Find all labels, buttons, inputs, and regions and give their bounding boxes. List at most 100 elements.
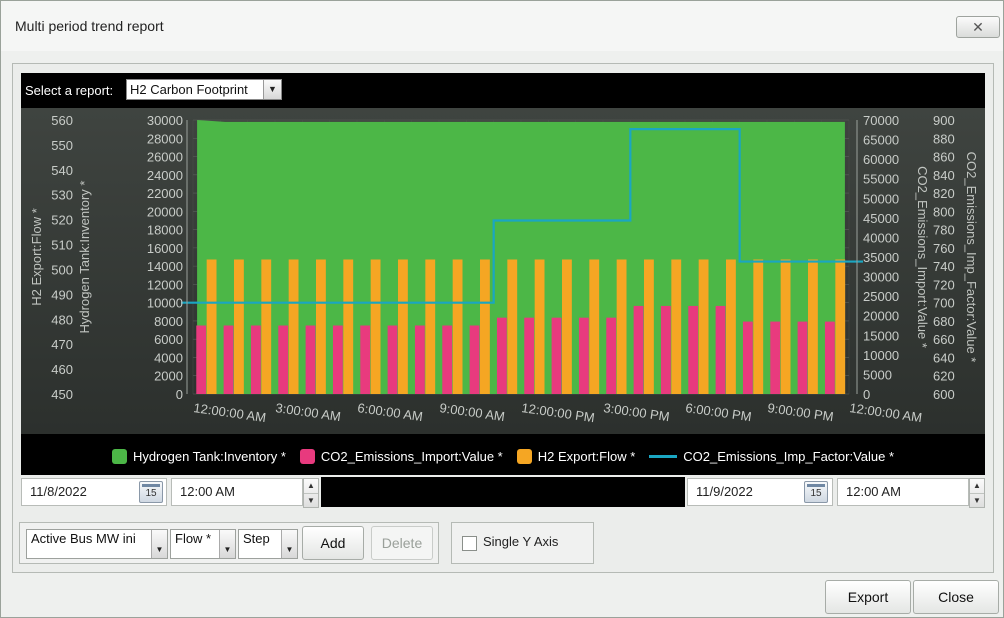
spin-up-icon[interactable]: ▲ [304,479,318,493]
report-select-value: H2 Carbon Footprint [130,82,248,97]
start-time-spinner[interactable]: ▲ ▼ [303,478,319,508]
bus-select[interactable]: Active Bus MW ini ▼ [26,529,168,559]
tick-label-co2-import: 15000 [863,328,899,343]
tick-label-co2-factor: 800 [933,204,955,219]
co2-import-bar [742,321,753,394]
end-date-value: 11/9/2022 [696,484,753,499]
tick-label-inventory: 12000 [147,277,183,292]
report-select-label: Select a report: [25,83,114,98]
tick-label-x: 3:00:00 AM [275,400,342,424]
spin-down-icon[interactable]: ▼ [970,493,984,507]
spin-up-icon[interactable]: ▲ [970,479,984,493]
co2-import-bar [824,321,835,394]
h2-flow-bar [698,259,709,394]
h2-flow-bar [616,259,627,394]
export-button[interactable]: Export [825,580,911,614]
chevron-down-icon[interactable]: ▼ [151,530,167,558]
report-window: Multi period trend report ✕ Select a rep… [0,0,1004,618]
legend-item-inventory[interactable]: Hydrogen Tank:Inventory * [111,448,286,464]
range-bar [321,477,685,507]
report-select[interactable]: H2 Carbon Footprint ▼ [126,79,282,100]
h2-flow-bar [726,259,736,394]
h2-flow-bar [316,259,326,394]
co2-import-bar [442,325,453,394]
co2-import-bar [305,325,316,394]
tick-label-inventory: 16000 [147,241,183,256]
tick-label-co2-factor: 860 [933,150,955,165]
flow-select[interactable]: Flow * ▼ [170,529,236,559]
end-time-spinner[interactable]: ▲ ▼ [969,478,985,508]
single-y-axis-group: Single Y Axis [451,522,594,564]
tick-label-inventory: 6000 [154,332,183,347]
single-y-axis-checkbox[interactable] [462,536,477,551]
co2-import-bar [196,325,207,394]
co2-import-bar [688,305,699,394]
add-series-button[interactable]: Add [302,526,364,560]
legend-item-co2-factor[interactable]: CO2_Emissions_Imp_Factor:Value * [649,449,894,464]
h2-flow-bar [343,259,354,394]
close-button[interactable]: Close [913,580,999,614]
tick-label-x: 9:00:00 AM [439,400,506,424]
calendar-icon: 15 [145,488,157,499]
step-select[interactable]: Step ▼ [238,529,298,559]
h2-flow-bar [562,259,572,394]
co2-import-bar [496,317,507,394]
tick-label-co2-factor: 760 [933,241,955,256]
legend-item-co2-import[interactable]: CO2_Emissions_Import:Value * [299,448,503,464]
chevron-down-icon[interactable]: ▼ [219,530,235,558]
start-calendar-button[interactable]: 15 [139,481,163,503]
legend-swatch-co2-factor [649,454,678,458]
end-time-field[interactable]: 12:00 AM [837,478,969,506]
tick-label-co2-import: 60000 [863,152,899,167]
window-title: Multi period trend report [15,18,164,34]
tick-label-co2-factor: 740 [933,259,955,274]
legend-swatch-co2-import [299,448,315,464]
co2-import-bar [633,305,644,394]
co2-import-bar [606,317,617,394]
tick-label-inventory: 20000 [147,204,183,219]
tick-label-co2-import: 55000 [863,172,899,187]
tick-label-co2-factor: 620 [933,369,955,384]
tick-label-inventory: 0 [176,387,183,402]
co2-import-bar [332,325,343,394]
co2-import-bar [223,325,234,394]
h2-flow-bar [261,259,272,394]
tick-label-co2-factor: 600 [933,387,955,402]
legend-label-co2-factor: CO2_Emissions_Imp_Factor:Value * [683,448,895,464]
tick-label-co2-factor: 840 [933,168,955,183]
delete-series-button[interactable]: Delete [371,526,433,560]
tick-label-x: 12:00:00 AM [193,400,267,425]
h2-flow-bar [234,259,244,394]
legend-label-inventory: Hydrogen Tank:Inventory * [132,448,286,464]
tick-label-co2-import: 65000 [863,133,899,148]
co2-import-bar [770,321,781,394]
window-close-button[interactable]: ✕ [956,16,1000,38]
tick-label-inventory: 26000 [147,150,183,165]
h2-flow-bar [589,259,600,394]
co2-import-bar [387,325,398,394]
spin-down-icon[interactable]: ▼ [304,493,318,507]
co2-import-bar [715,305,726,394]
tick-label-inventory: 18000 [147,223,183,238]
h2-flow-bar [398,259,408,394]
chevron-down-icon[interactable]: ▼ [281,530,297,558]
tick-label-h2-flow: 530 [51,188,73,203]
calendar-icon: 15 [810,488,822,499]
axis-title-co2-import: CO2_Emissions_Import:Value * [915,166,930,348]
start-time-field[interactable]: 12:00 AM [171,478,303,506]
h2-flow-bar [507,259,518,394]
legend-label-h2-flow: H2 Export:Flow * [537,448,636,464]
chevron-down-icon[interactable]: ▼ [263,80,281,99]
co2-import-bar [551,317,562,394]
end-calendar-button[interactable]: 15 [804,481,828,503]
tick-label-x: 6:00:00 PM [685,400,753,424]
h2-flow-bar [780,259,791,394]
h2-flow-bar [534,259,545,394]
close-icon: ✕ [972,19,984,35]
tick-label-x: 12:00:00 PM [521,400,596,425]
h2-flow-bar [671,259,682,394]
tick-label-co2-factor: 680 [933,314,955,329]
h2-flow-bar [370,259,381,394]
tick-label-inventory: 4000 [154,350,183,365]
legend-item-h2-flow[interactable]: H2 Export:Flow * [516,448,636,464]
